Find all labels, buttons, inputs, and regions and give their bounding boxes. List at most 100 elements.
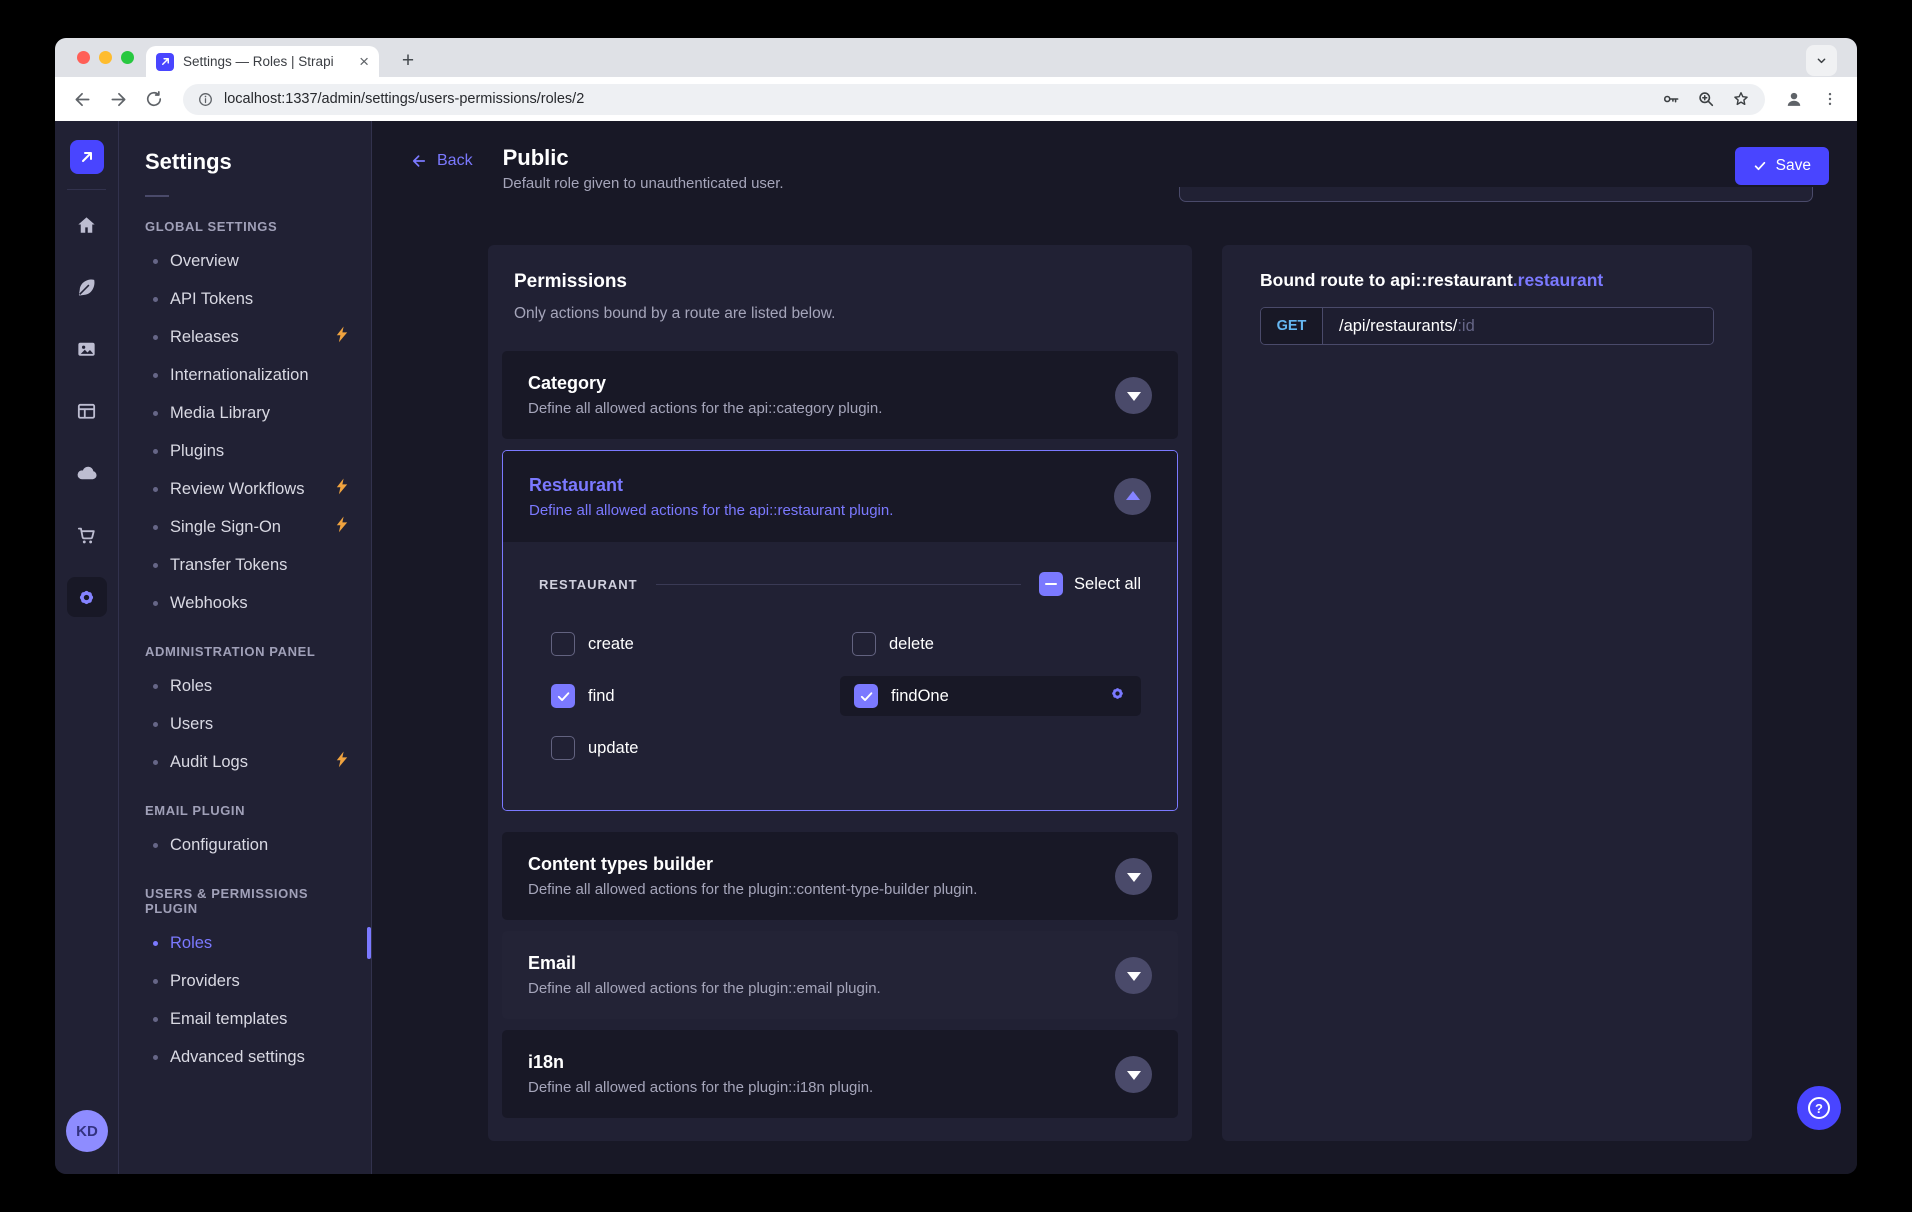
accordion-header[interactable]: Category Define all allowed actions for … xyxy=(502,351,1178,439)
sidebar-item-api-tokens[interactable]: API Tokens xyxy=(119,280,371,318)
sidebar-item-email-templates[interactable]: Email templates xyxy=(119,1000,371,1038)
accordion-description: Define all allowed actions for the plugi… xyxy=(528,1079,873,1096)
sidebar-section: ADMINISTRATION PANEL Roles Users Audit L… xyxy=(119,644,371,781)
back-arrow-icon xyxy=(410,152,428,170)
settings-sidebar: Settings GLOBAL SETTINGS Overview API To… xyxy=(119,121,372,1174)
action-checkbox[interactable] xyxy=(854,684,878,708)
sidebar-section-label: ADMINISTRATION PANEL xyxy=(145,644,347,659)
strapi-arrow-icon xyxy=(79,149,95,165)
sidebar-item-audit-logs[interactable]: Audit Logs xyxy=(119,743,371,781)
home-icon[interactable] xyxy=(67,205,107,245)
back-button[interactable] xyxy=(67,84,97,114)
action-checkbox[interactable] xyxy=(551,736,575,760)
bullet-icon xyxy=(153,259,158,264)
tab-strip: Settings — Roles | Strapi × + xyxy=(55,38,1857,77)
layout-icon[interactable] xyxy=(67,391,107,431)
accordion-toggle-button[interactable] xyxy=(1115,858,1152,895)
sidebar-item-advanced-settings[interactable]: Advanced settings xyxy=(119,1038,371,1076)
close-window-button[interactable] xyxy=(77,51,90,64)
profile-avatar-icon[interactable] xyxy=(1779,84,1809,114)
accordion-header[interactable]: Restaurant Define all allowed actions fo… xyxy=(503,451,1177,542)
permission-action-find[interactable]: find xyxy=(539,680,840,712)
role-description-input-partial[interactable] xyxy=(1179,187,1813,202)
route-method-badge: GET xyxy=(1261,308,1323,344)
accordion-header[interactable]: i18n Define all allowed actions for the … xyxy=(502,1030,1178,1118)
accordion-toggle-button[interactable] xyxy=(1114,478,1151,515)
bound-route-title: Bound route to api::restaurant.restauran… xyxy=(1260,270,1714,291)
permission-action-create[interactable]: create xyxy=(539,628,840,660)
accordion-header[interactable]: Email Define all allowed actions for the… xyxy=(502,931,1178,1019)
sidebar-item-media-library[interactable]: Media Library xyxy=(119,394,371,432)
permission-accordion-content-types-builder: Content types builder Define all allowed… xyxy=(502,832,1178,920)
settings-icon[interactable] xyxy=(67,577,107,617)
zoom-window-button[interactable] xyxy=(121,51,134,64)
user-avatar[interactable]: KD xyxy=(66,1110,108,1152)
action-checkbox[interactable] xyxy=(551,684,575,708)
sidebar-item-releases[interactable]: Releases xyxy=(119,318,371,356)
cloud-icon[interactable] xyxy=(67,453,107,493)
tab-search-button[interactable] xyxy=(1806,45,1837,76)
accordion-toggle-button[interactable] xyxy=(1115,1056,1152,1093)
sidebar-item-single-sign-on[interactable]: Single Sign-On xyxy=(119,508,371,546)
sidebar-item-overview[interactable]: Overview xyxy=(119,242,371,280)
strapi-logo[interactable] xyxy=(70,140,104,174)
sidebar-item-plugins[interactable]: Plugins xyxy=(119,432,371,470)
new-tab-button[interactable]: + xyxy=(393,46,423,76)
zoom-page-icon[interactable] xyxy=(1696,89,1716,109)
sidebar-item-label: Roles xyxy=(170,677,212,696)
sidebar-item-providers[interactable]: Providers xyxy=(119,962,371,1000)
sidebar-item-transfer-tokens[interactable]: Transfer Tokens xyxy=(119,546,371,584)
lightning-icon xyxy=(335,326,349,348)
url-text[interactable]: localhost:1337/admin/settings/users-perm… xyxy=(224,91,1651,107)
help-button[interactable]: ? xyxy=(1797,1086,1841,1130)
permission-action-update[interactable]: update xyxy=(539,732,840,764)
minimize-window-button[interactable] xyxy=(99,51,112,64)
bullet-icon xyxy=(153,1017,158,1022)
action-checkbox[interactable] xyxy=(551,632,575,656)
permission-action-findone[interactable]: findOne xyxy=(840,676,1141,716)
bullet-icon xyxy=(153,760,158,765)
question-mark-icon: ? xyxy=(1808,1097,1830,1119)
sidebar-item-label: Audit Logs xyxy=(170,753,248,772)
action-checkbox[interactable] xyxy=(852,632,876,656)
lightning-icon xyxy=(335,751,349,773)
sidebar-item-roles[interactable]: Roles xyxy=(119,924,371,962)
bookmark-star-icon[interactable] xyxy=(1731,89,1751,109)
site-info-icon[interactable] xyxy=(197,91,214,108)
browser-tab[interactable]: Settings — Roles | Strapi × xyxy=(146,46,379,77)
page-title: Public xyxy=(503,145,784,171)
url-bar[interactable]: localhost:1337/admin/settings/users-perm… xyxy=(183,84,1765,115)
tab-close-icon[interactable]: × xyxy=(359,53,369,70)
sidebar-item-review-workflows[interactable]: Review Workflows xyxy=(119,470,371,508)
browser-menu-icon[interactable] xyxy=(1815,84,1845,114)
accordion-toggle-button[interactable] xyxy=(1115,957,1152,994)
save-button[interactable]: Save xyxy=(1735,147,1829,185)
accordion-toggle-button[interactable] xyxy=(1115,377,1152,414)
password-key-icon[interactable] xyxy=(1661,89,1681,109)
sidebar-item-roles[interactable]: Roles xyxy=(119,667,371,705)
action-label: create xyxy=(588,635,634,654)
content-icon[interactable] xyxy=(67,267,107,307)
forward-button[interactable] xyxy=(103,84,133,114)
marketplace-icon[interactable] xyxy=(67,515,107,555)
sidebar-item-label: Review Workflows xyxy=(170,480,304,499)
save-label: Save xyxy=(1776,157,1811,175)
sidebar-item-users[interactable]: Users xyxy=(119,705,371,743)
select-all-control[interactable]: Select all xyxy=(1039,572,1141,596)
reload-button[interactable] xyxy=(139,84,169,114)
bullet-icon xyxy=(153,297,158,302)
accordion-header[interactable]: Content types builder Define all allowed… xyxy=(502,832,1178,920)
back-link[interactable]: Back xyxy=(410,152,473,170)
action-settings-gear-icon[interactable] xyxy=(1108,684,1127,708)
media-icon[interactable] xyxy=(67,329,107,369)
sidebar-item-internationalization[interactable]: Internationalization xyxy=(119,356,371,394)
caret-icon xyxy=(1127,972,1141,981)
select-all-checkbox[interactable] xyxy=(1039,572,1063,596)
permission-action-delete[interactable]: delete xyxy=(840,628,1141,660)
divider-line xyxy=(656,584,1021,585)
action-label: find xyxy=(588,687,615,706)
sidebar-item-configuration[interactable]: Configuration xyxy=(119,826,371,864)
lightning-icon xyxy=(335,478,349,500)
sidebar-item-webhooks[interactable]: Webhooks xyxy=(119,584,371,622)
caret-icon xyxy=(1127,1071,1141,1080)
